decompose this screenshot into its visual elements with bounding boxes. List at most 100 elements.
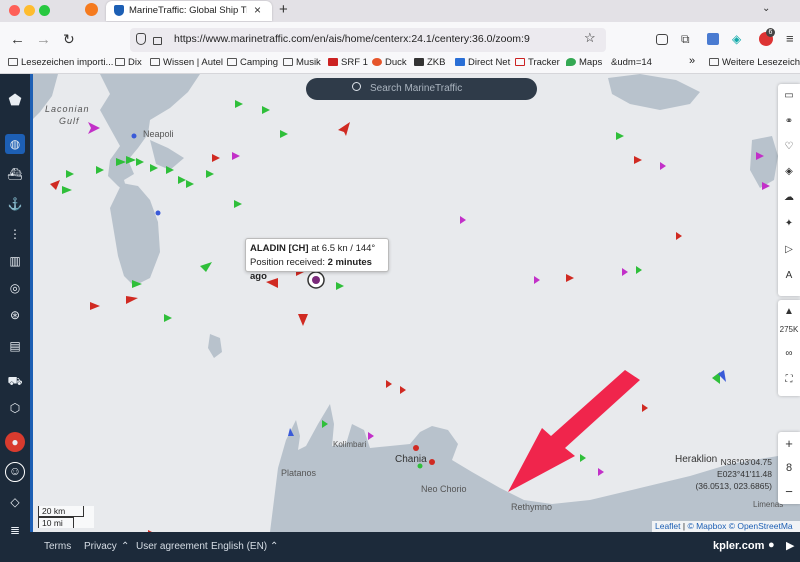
infinity-icon[interactable]: ∞ xyxy=(781,346,797,362)
layers-extension-icon[interactable]: ◈ xyxy=(732,32,741,46)
lock-icon[interactable] xyxy=(153,37,162,45)
cargo-box-icon[interactable]: ⬡ xyxy=(5,398,25,418)
ports-anchor-icon[interactable]: ⚓ xyxy=(5,194,25,214)
leaflet-link[interactable]: Leaflet xyxy=(655,521,681,531)
vessel-marker[interactable] xyxy=(200,262,212,272)
vessel-marker[interactable] xyxy=(386,380,392,388)
back-button[interactable]: ← xyxy=(10,31,25,48)
live-map-globe-icon[interactable]: ◍ xyxy=(5,134,25,154)
tab-close-icon[interactable]: × xyxy=(254,3,261,17)
bookmark-item[interactable]: &udm=14 xyxy=(611,57,652,68)
vessel-marker[interactable] xyxy=(262,106,270,114)
tab-marinetraffic[interactable]: MarineTraffic: Global Ship Track × xyxy=(106,1,272,21)
vessel-marker[interactable] xyxy=(186,180,194,188)
vessel-marker[interactable] xyxy=(126,296,138,304)
menu-icon[interactable]: ≡ xyxy=(786,31,794,46)
bookmark-item[interactable]: Duck xyxy=(372,57,407,68)
vessel-marker[interactable] xyxy=(232,152,240,160)
vessel-marker[interactable] xyxy=(206,170,214,178)
bookmark-item[interactable]: Lesezeichen importi... xyxy=(8,57,113,68)
vessel-marker[interactable] xyxy=(338,122,350,136)
vessel-marker[interactable] xyxy=(62,186,72,194)
apple-icon[interactable]: ● xyxy=(768,539,775,551)
ais-signal-icon[interactable]: ◎ xyxy=(5,278,25,298)
search-input[interactable]: Search MarineTraffic xyxy=(370,83,462,94)
vessel-marker[interactable] xyxy=(96,166,104,174)
vessel-marker[interactable] xyxy=(126,156,136,164)
other-bookmarks-folder[interactable]: Weitere Lesezeichen xyxy=(709,57,800,68)
vessel-marker[interactable] xyxy=(460,216,466,224)
bookmark-item[interactable]: Camping xyxy=(227,57,278,68)
account-alert-icon[interactable]: ● xyxy=(5,432,25,452)
osm-link[interactable]: © OpenStreetMa xyxy=(729,521,793,531)
user-agreement-link[interactable]: User agreement xyxy=(136,541,208,552)
vessel-marker[interactable] xyxy=(598,468,604,476)
vessel-marker[interactable] xyxy=(400,386,406,394)
database-icon[interactable]: ≣ xyxy=(5,520,25,540)
reload-button[interactable]: ↻ xyxy=(63,31,75,48)
zoom-in-button[interactable]: + xyxy=(781,436,797,452)
vessel-marker[interactable] xyxy=(622,268,628,276)
bookmark-item[interactable]: ZKB xyxy=(414,57,445,68)
vessel-marker[interactable] xyxy=(88,122,100,134)
forward-button[interactable]: → xyxy=(36,31,51,48)
vessel-marker[interactable] xyxy=(234,200,242,208)
search-bar[interactable]: Search MarineTraffic xyxy=(306,78,537,100)
url-text[interactable]: https://www.marinetraffic.com/en/ais/hom… xyxy=(174,33,530,45)
map-type-icon[interactable]: ▭ xyxy=(781,88,797,104)
vessels-ship-icon[interactable]: ⛴ xyxy=(5,164,25,184)
vessel-marker[interactable] xyxy=(566,274,574,282)
table-view-icon[interactable]: ▤ xyxy=(5,336,25,356)
vessel-marker[interactable] xyxy=(676,232,682,240)
reader-extension-icon[interactable] xyxy=(707,33,719,45)
bookmark-item[interactable]: Direct Net xyxy=(455,57,510,68)
bookmarks-overflow-button[interactable]: » xyxy=(689,55,695,67)
privacy-chevron-icon[interactable]: ⌃ xyxy=(121,541,129,552)
vessel-marker[interactable] xyxy=(164,314,172,322)
bookmark-star-icon[interactable]: ☆ xyxy=(584,30,596,46)
vessel-marker[interactable] xyxy=(580,454,586,462)
play-track-icon[interactable]: ▷ xyxy=(781,242,797,258)
marinetraffic-logo-icon[interactable]: ⬟ xyxy=(5,91,25,111)
weather-icon[interactable]: ☁ xyxy=(781,190,797,206)
vessel-marker[interactable] xyxy=(280,130,288,138)
vessel-marker[interactable] xyxy=(212,154,220,162)
routes-icon[interactable]: ⋮ xyxy=(5,224,25,244)
live-map[interactable]: Laconian Gulf Neapoli Kolimbari Platanos… xyxy=(30,74,800,532)
vessel-marker[interactable] xyxy=(642,404,648,412)
privacy-link[interactable]: Privacy xyxy=(84,541,117,552)
minimize-window-button[interactable] xyxy=(24,5,35,16)
terms-link[interactable]: Terms xyxy=(44,541,71,552)
vessel-marker[interactable] xyxy=(90,302,100,310)
language-selector[interactable]: English (EN) xyxy=(211,541,267,552)
text-label-icon[interactable]: A xyxy=(781,268,797,284)
language-chevron-icon[interactable]: ⌃ xyxy=(270,541,278,552)
vessel-marker[interactable] xyxy=(298,314,308,326)
mapbox-link[interactable]: © Mapbox xyxy=(687,521,726,531)
shield-icon[interactable] xyxy=(136,33,146,45)
user-avatar-icon[interactable]: ☺ xyxy=(5,462,25,482)
filters-icon[interactable]: ⚭ xyxy=(781,114,797,130)
bookmark-item[interactable]: Tracker xyxy=(515,57,560,68)
vessel-marker[interactable] xyxy=(66,170,74,178)
vessel-marker[interactable] xyxy=(178,176,186,184)
new-tab-button[interactable]: + xyxy=(279,1,288,18)
address-bar[interactable]: https://www.marinetraffic.com/en/ais/hom… xyxy=(130,28,606,52)
tag-icon[interactable]: ◇ xyxy=(5,492,25,512)
vessel-marker[interactable] xyxy=(150,164,158,172)
bookmark-item[interactable]: SRF 1 xyxy=(328,57,368,68)
vessel-marker[interactable] xyxy=(616,132,624,140)
voyage-icon[interactable]: ⊛ xyxy=(5,305,25,325)
google-play-icon[interactable]: ▶ xyxy=(786,539,794,552)
bookmark-item[interactable]: Dix xyxy=(115,57,142,68)
close-window-button[interactable] xyxy=(9,5,20,16)
vessel-marker[interactable] xyxy=(136,158,144,166)
favorites-heart-icon[interactable]: ♡ xyxy=(781,139,797,155)
companies-building-icon[interactable]: ▥ xyxy=(5,251,25,271)
pocket-icon[interactable] xyxy=(656,34,668,45)
vessel-marker[interactable] xyxy=(636,266,642,274)
kpler-brand-link[interactable]: kpler.com xyxy=(713,540,764,552)
zoom-out-button[interactable]: − xyxy=(781,484,797,500)
vessel-marker[interactable] xyxy=(235,100,243,108)
measure-person-icon[interactable]: ✦ xyxy=(781,216,797,232)
